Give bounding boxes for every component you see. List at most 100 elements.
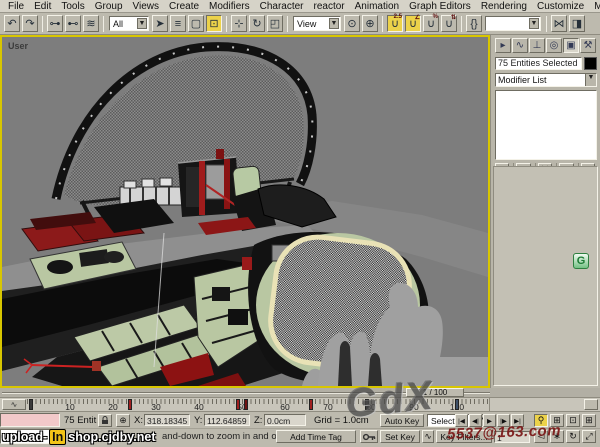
current-frame-field[interactable]: 1	[494, 431, 530, 443]
entities-selected-field[interactable]: 75 Entities Selected	[495, 57, 582, 70]
min-max-toggle-button[interactable]: ⤢	[582, 430, 596, 443]
track-bar-key-frame-100[interactable]	[455, 399, 459, 410]
go-to-end-button[interactable]: ▶|	[511, 414, 524, 427]
menu-tools[interactable]: Tools	[56, 1, 89, 12]
zoom-all-button[interactable]: ⊞	[550, 414, 564, 427]
selection-lock-toggle[interactable]	[98, 414, 112, 427]
zoom-all-icon: ⊞	[553, 415, 561, 426]
x-coordinate-field[interactable]: 318.18345	[144, 414, 190, 426]
time-slider-handle[interactable]: 1 / 100	[406, 388, 464, 397]
modifier-stack-list[interactable]	[495, 90, 597, 160]
edit-named-selections-button[interactable]: {}	[466, 15, 482, 32]
edit-named-selections-icon: {}	[470, 18, 477, 30]
tab-create[interactable]: ▸	[495, 38, 511, 53]
select-and-scale-button[interactable]: ◰	[267, 15, 283, 32]
select-object-button[interactable]: ➤	[152, 15, 168, 32]
macro-recorder-line[interactable]	[0, 413, 60, 427]
absolute-offset-toggle[interactable]: ⊕	[116, 414, 130, 427]
tab-hierarchy[interactable]: ⊥	[529, 38, 545, 53]
auto-key-button[interactable]: Auto Key	[380, 414, 424, 427]
add-time-tag[interactable]: Add Time Tag	[276, 430, 356, 443]
use-pivot-center-button[interactable]: ⊙	[344, 15, 360, 32]
unlink-selection-button[interactable]: ⊷	[65, 15, 81, 32]
track-bar-key-frame-51[interactable]	[244, 399, 248, 410]
next-frame-button[interactable]: |▶	[497, 414, 510, 427]
object-color-swatch[interactable]	[584, 57, 597, 70]
track-bar-corner-button[interactable]	[584, 399, 598, 410]
go-to-start-button[interactable]: |◀	[455, 414, 468, 427]
ruler-number-90: 90	[409, 402, 418, 412]
z-coordinate-field[interactable]: 0.0cm	[264, 414, 306, 426]
mini-curve-editor-button[interactable]: ∿	[2, 399, 26, 410]
curve-toggle-button[interactable]: ∿	[422, 430, 434, 443]
set-key-button[interactable]: Set Key	[380, 430, 420, 443]
zoom-extents-all-button[interactable]: ⊞	[582, 414, 596, 427]
menu-maxscript[interactable]: MAXScript	[589, 1, 600, 12]
select-and-link-button[interactable]: ⊶	[47, 15, 63, 32]
field-of-view-button[interactable]: ◅	[534, 430, 548, 443]
select-by-name-button[interactable]: ≡	[170, 15, 186, 32]
mirror-button[interactable]: ⋈	[551, 15, 567, 32]
window-crossing-toggle[interactable]: ⊡	[206, 15, 222, 32]
menu-character[interactable]: Character	[255, 1, 309, 12]
redo-button[interactable]: ↷	[22, 15, 38, 32]
bind-to-space-warp-button[interactable]: ≋	[83, 15, 99, 32]
set-key-mode-button[interactable]	[360, 430, 378, 443]
track-bar-key-frame-66[interactable]	[309, 399, 313, 410]
menu-group[interactable]: Group	[90, 1, 128, 12]
angle-snap-toggle-button[interactable]: ∪∠	[405, 15, 421, 32]
selection-filter-dropdown[interactable]: All▼	[109, 16, 149, 31]
rectangular-selection-button[interactable]: ▢	[188, 15, 204, 32]
tab-motion[interactable]: ◎	[546, 38, 562, 53]
select-and-move-button[interactable]: ⊹	[231, 15, 247, 32]
named-selection-sets-dropdown[interactable]: ▼	[485, 16, 541, 31]
user-viewport[interactable]: User	[0, 35, 490, 388]
menu-rendering[interactable]: Rendering	[476, 1, 532, 12]
tab-modify[interactable]: ∿	[512, 38, 528, 53]
previous-frame-button[interactable]: ◀|	[469, 414, 482, 427]
window-crossing-icon: ⊡	[209, 17, 218, 30]
viewport-label[interactable]: User	[8, 41, 29, 51]
menu-file[interactable]: File	[3, 1, 29, 12]
align-button[interactable]: ◨	[569, 15, 585, 32]
track-bar-key-frame-49[interactable]	[236, 399, 240, 410]
tab-display[interactable]: ▣	[563, 38, 579, 53]
pan-button[interactable]: ∗	[550, 430, 564, 443]
key-filters-button[interactable]: Key Filters...	[436, 430, 492, 443]
play-button[interactable]: ▶	[483, 414, 496, 427]
menu-animation[interactable]: Animation	[350, 1, 404, 12]
menu-edit[interactable]: Edit	[29, 1, 56, 12]
menu-reactor[interactable]: reactor	[309, 1, 350, 12]
chevron-down-icon[interactable]: ▼	[329, 18, 339, 29]
listener-input-line[interactable]	[0, 429, 60, 444]
chevron-down-icon[interactable]: ▼	[529, 18, 539, 29]
menu-customize[interactable]: Customize	[532, 1, 589, 12]
chevron-down-icon[interactable]: ▼	[137, 18, 147, 29]
snaps-toggle-button-badge: 2.5	[394, 14, 402, 20]
zoom-button[interactable]: ⚲	[534, 414, 548, 427]
menu-views[interactable]: Views	[128, 1, 165, 12]
menu-create[interactable]: Create	[164, 1, 204, 12]
tab-utilities[interactable]: ⚒	[580, 38, 596, 53]
zoom-extents-button[interactable]: ⊡	[566, 414, 580, 427]
track-bar[interactable]: ∿ 102030405060708090100	[0, 398, 600, 412]
time-slider[interactable]: 1 / 100	[0, 388, 600, 398]
snaps-toggle-button[interactable]: ∪2.5	[387, 15, 403, 32]
menu-graph-editors[interactable]: Graph Editors	[404, 1, 476, 12]
spinner-snap-toggle-button[interactable]: ∪⇅	[441, 15, 457, 32]
select-and-manipulate-icon: ⊕	[365, 17, 374, 30]
undo-button[interactable]: ↶	[4, 15, 20, 32]
arc-rotate-button[interactable]: ↻	[566, 430, 580, 443]
percent-snap-toggle-button[interactable]: ∪%	[423, 15, 439, 32]
select-and-rotate-button[interactable]: ↻	[249, 15, 265, 32]
ruler-number-10: 10	[65, 402, 74, 412]
track-bar-key-frame-79[interactable]	[365, 399, 369, 410]
track-bar-key-frame-1[interactable]	[29, 399, 33, 410]
track-bar-key-frame-24[interactable]	[128, 399, 132, 410]
modifier-list-dropdown[interactable]: Modifier List ▼	[495, 73, 597, 87]
select-and-manipulate-button[interactable]: ⊕	[362, 15, 378, 32]
chevron-down-icon[interactable]: ▼	[585, 74, 596, 86]
y-coordinate-field[interactable]: 112.64859	[204, 414, 250, 426]
menu-modifiers[interactable]: Modifiers	[204, 1, 255, 12]
reference-coordinate-dropdown[interactable]: View▼	[293, 16, 341, 31]
